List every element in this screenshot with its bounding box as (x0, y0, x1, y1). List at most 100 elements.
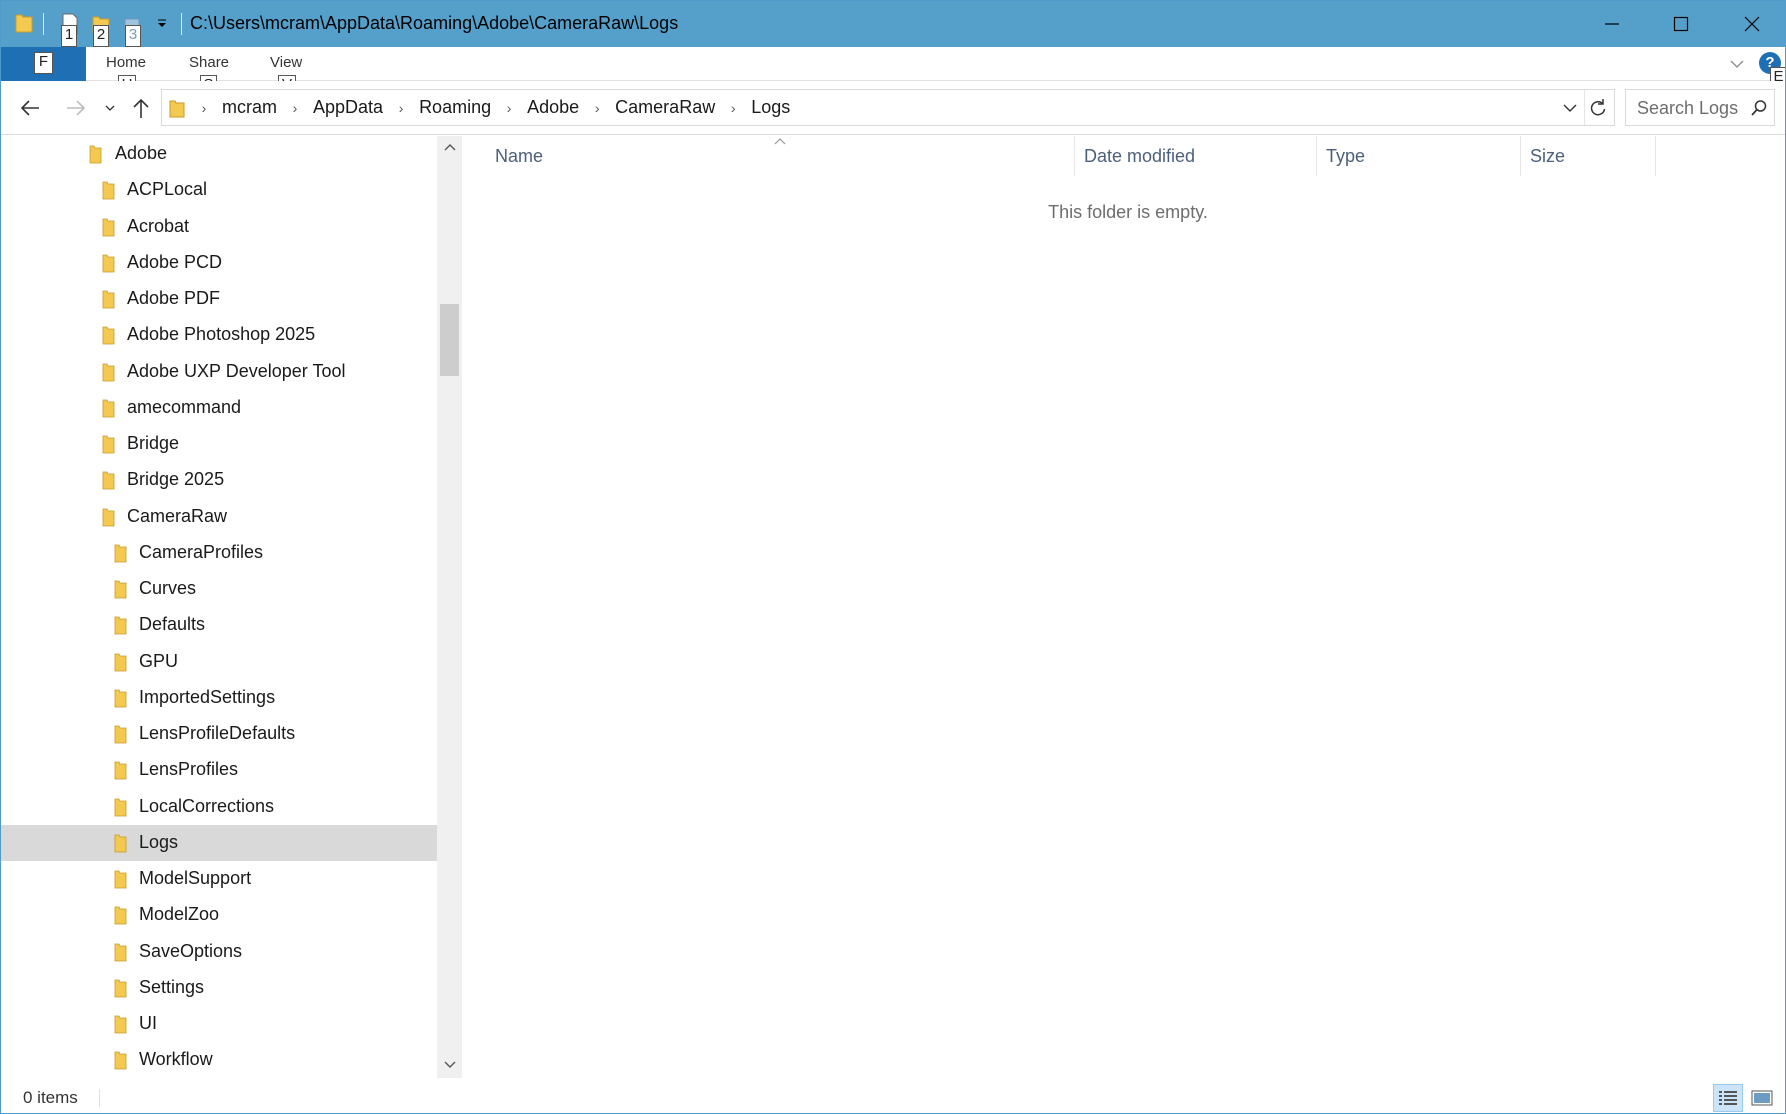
column-header-size[interactable]: Size (1530, 136, 1565, 176)
column-divider[interactable] (1316, 136, 1317, 176)
nav-tree-item-label: amecommand (127, 396, 242, 417)
nav-tree-item[interactable]: Adobe PDF (1, 281, 437, 317)
column-header-name[interactable]: Name (495, 136, 543, 176)
arrow-left-icon (20, 100, 39, 116)
nav-tree-item[interactable]: Bridge 2025 (1, 462, 437, 498)
details-view-icon (1719, 1091, 1737, 1105)
nav-tree-item[interactable]: LensProfileDefaults (1, 716, 437, 752)
qat-separator (43, 13, 44, 35)
folder-icon (102, 290, 115, 309)
nav-tree-item[interactable]: SaveOptions (1, 934, 437, 970)
scroll-thumb[interactable] (440, 304, 459, 376)
nav-tree-item[interactable]: GPU (1, 644, 437, 680)
maximize-button[interactable] (1646, 1, 1716, 47)
nav-tree-item[interactable]: Settings (1, 970, 437, 1006)
breadcrumb-item-logs[interactable]: Logs (745, 97, 796, 118)
customize-qat-button[interactable] (155, 17, 169, 31)
up-button[interactable] (125, 95, 157, 121)
folder-icon (114, 834, 127, 853)
details-view-button[interactable] (1713, 1084, 1743, 1112)
scroll-up-button[interactable] (437, 136, 462, 158)
back-button[interactable] (15, 95, 45, 121)
search-box[interactable]: Search Logs (1625, 89, 1775, 126)
folder-icon (114, 689, 127, 708)
nav-tree-item[interactable]: LensProfiles (1, 752, 437, 788)
nav-tree-item[interactable]: Bridge (1, 426, 437, 462)
column-divider[interactable] (1074, 136, 1075, 176)
folder-icon (102, 254, 115, 273)
nav-tree-item[interactable]: ModelSupport (1, 861, 437, 897)
nav-tree-item[interactable]: Adobe Photoshop 2025 (1, 317, 437, 353)
breadcrumb-item-cameraraw[interactable]: CameraRaw (609, 97, 721, 118)
nav-tree-item-label: SaveOptions (139, 940, 243, 961)
nav-tree-item[interactable]: LocalCorrections (1, 789, 437, 825)
nav-tree-item-label: Adobe Photoshop 2025 (127, 324, 316, 345)
nav-tree-item[interactable]: Workflow (1, 1042, 437, 1078)
scroll-down-button[interactable] (437, 1054, 462, 1076)
nav-tree-item[interactable]: Adobe (1, 136, 437, 172)
breadcrumb-chevron-icon[interactable]: › (389, 100, 413, 116)
nav-tree-item[interactable]: Defaults (1, 607, 437, 643)
folder-icon (102, 218, 115, 236)
nav-tree-item[interactable]: UI (1, 1006, 437, 1042)
nav-tree-item-label: Adobe (115, 143, 168, 163)
breadcrumb-chevron-icon[interactable]: › (721, 100, 745, 116)
column-header-date-modified[interactable]: Date modified (1084, 136, 1195, 176)
expand-ribbon-button[interactable] (1727, 55, 1747, 73)
status-separator (99, 1089, 100, 1107)
file-explorer-window: 1 2 3 C:\Users\mcram\AppData\Roaming\Ado… (0, 0, 1786, 1114)
nav-tree-item[interactable]: Adobe UXP Developer Tool (1, 354, 437, 390)
breadcrumb-chevron-icon[interactable]: › (192, 100, 216, 116)
breadcrumb-item-roaming[interactable]: Roaming (413, 97, 497, 118)
nav-tree-item[interactable]: CameraProfiles (1, 535, 437, 571)
tab-home[interactable]: Home (106, 54, 146, 71)
breadcrumb-item-adobe[interactable]: Adobe (521, 97, 585, 118)
navigation-pane-scrollbar[interactable] (437, 136, 462, 1078)
address-bar[interactable]: › mcram › AppData › Roaming › Adobe › Ca… (161, 89, 1615, 126)
folder-icon (15, 14, 33, 33)
refresh-icon (1590, 99, 1606, 116)
large-icons-view-button[interactable] (1747, 1084, 1777, 1112)
address-history-button[interactable] (1561, 99, 1579, 117)
breadcrumb: › mcram › AppData › Roaming › Adobe › Ca… (192, 90, 796, 125)
file-list[interactable]: Name Date modified Type Size This folder… (469, 136, 1785, 1078)
ribbon-tabs: F Home H Share S View V ? E (1, 47, 1785, 97)
folder-icon (102, 508, 115, 526)
forward-button[interactable] (61, 95, 91, 121)
folder-icon (102, 326, 115, 345)
nav-tree-item[interactable]: amecommand (1, 390, 437, 426)
nav-tree-item-label: LensProfiles (139, 759, 239, 780)
nav-tree-item-label: Adobe UXP Developer Tool (127, 360, 346, 381)
nav-tree-item[interactable]: Logs (1, 824, 437, 861)
nav-tree-item[interactable]: Adobe PCD (1, 245, 437, 281)
breadcrumb-chevron-icon[interactable]: › (283, 100, 307, 116)
nav-tree-item[interactable]: Acrobat (1, 209, 437, 245)
maximize-icon (1673, 16, 1689, 32)
nav-tree-item[interactable]: ImportedSettings (1, 680, 437, 716)
nav-tree-item-label: Adobe PDF (127, 288, 221, 308)
arrow-up-icon (133, 98, 149, 118)
navigation-pane: Adobe ACPLocal Acrobat Adobe PCD Adobe PDF Ad… (1, 136, 437, 1078)
close-button[interactable] (1717, 1, 1785, 47)
nav-tree-item[interactable]: CameraRaw (1, 499, 437, 535)
nav-tree-item[interactable]: ACPLocal (1, 172, 437, 208)
refresh-button[interactable] (1588, 98, 1610, 118)
nav-tree-item[interactable]: Curves (1, 571, 437, 607)
column-divider[interactable] (1655, 136, 1656, 176)
search-icon[interactable] (1750, 99, 1768, 117)
breadcrumb-item-mcram[interactable]: mcram (216, 97, 283, 118)
breadcrumb-chevron-icon[interactable]: › (497, 100, 521, 116)
tab-view[interactable]: View (270, 54, 302, 71)
tab-share[interactable]: Share (189, 54, 229, 71)
minimize-button[interactable] (1577, 1, 1647, 47)
search-input[interactable]: Search Logs (1637, 98, 1738, 119)
nav-tree-item[interactable]: ModelZoo (1, 897, 437, 933)
folder-icon (114, 653, 127, 671)
breadcrumb-chevron-icon[interactable]: › (585, 100, 609, 116)
column-header-type[interactable]: Type (1326, 136, 1365, 176)
nav-tree-item-label: ImportedSettings (139, 686, 276, 707)
column-divider[interactable] (1520, 136, 1521, 176)
breadcrumb-item-appdata[interactable]: AppData (307, 97, 389, 118)
folder-icon (102, 181, 115, 200)
recent-locations-button[interactable] (96, 95, 124, 121)
